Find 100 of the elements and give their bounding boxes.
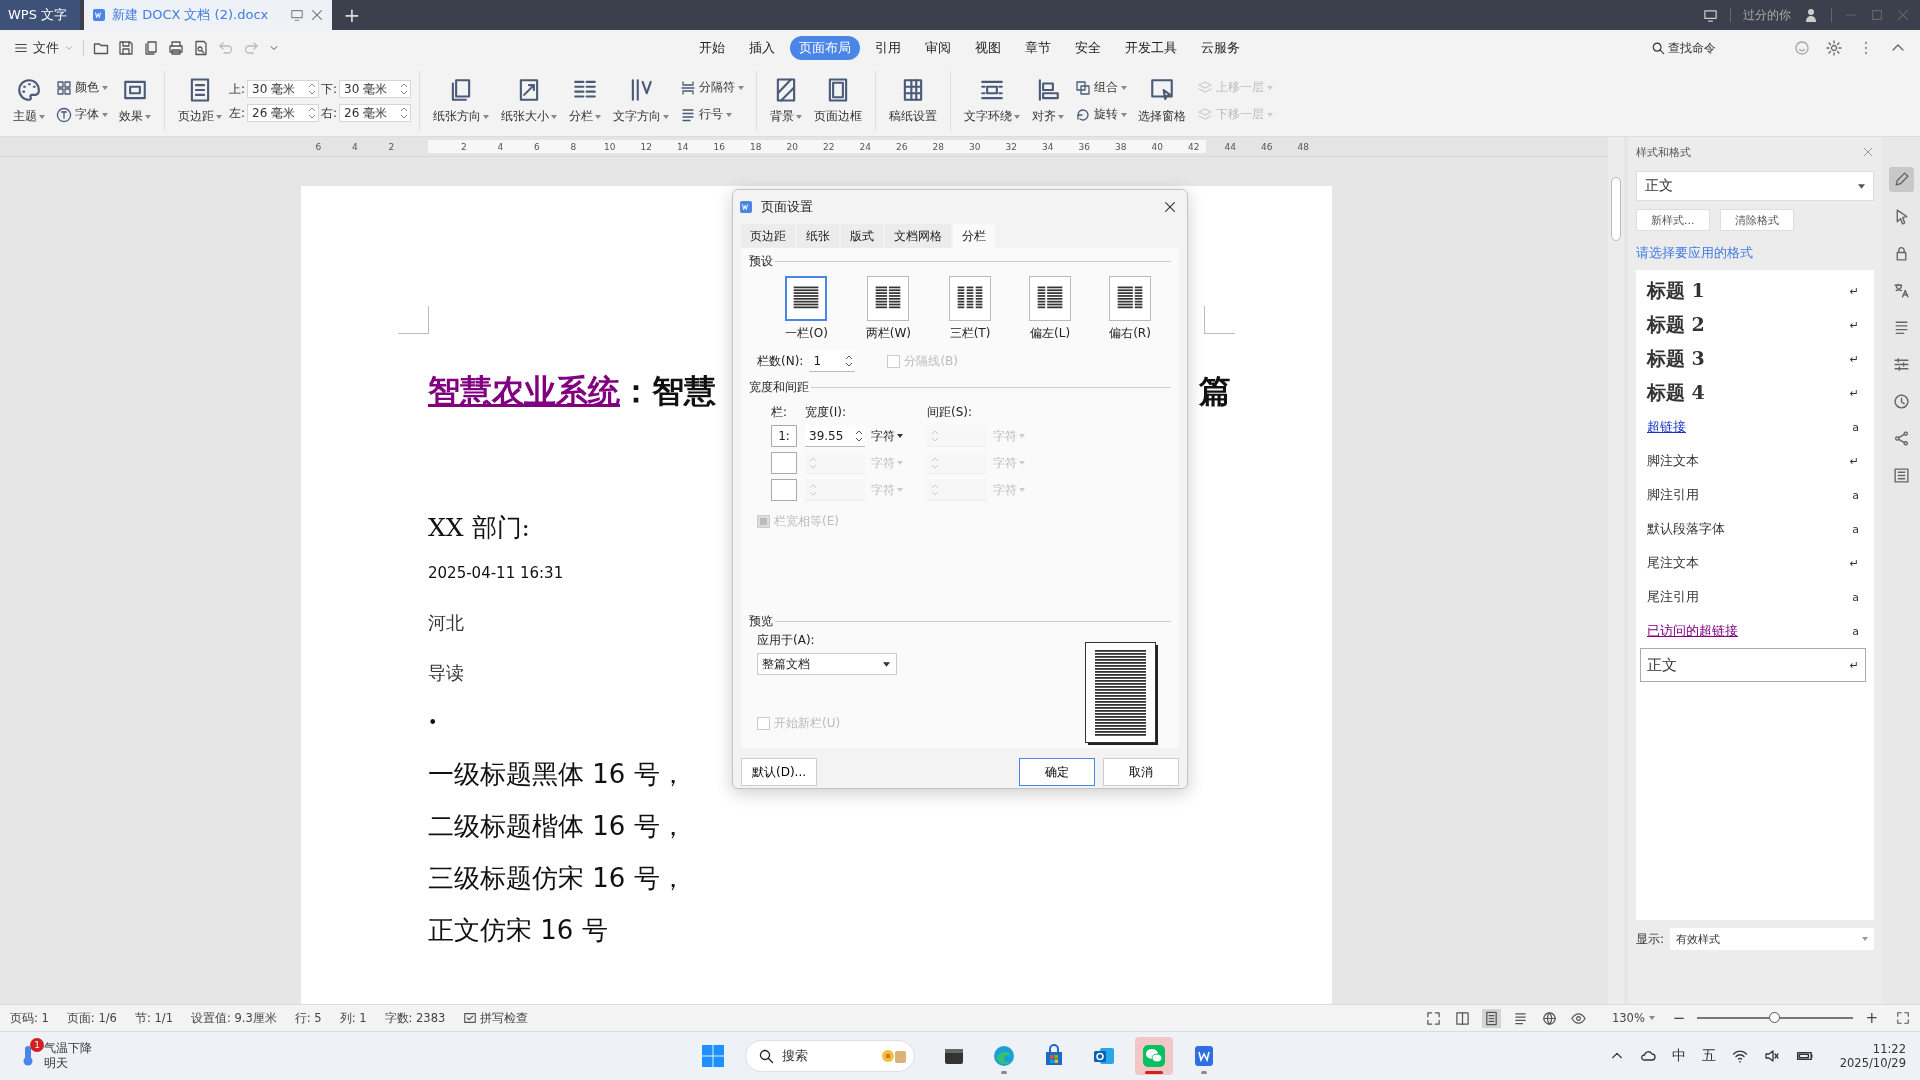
ribbon-button[interactable]: 旋转: [1071, 104, 1132, 125]
style-item[interactable]: 标题 4 ↵: [1640, 376, 1866, 410]
fullscreen-icon[interactable]: [1896, 1011, 1910, 1025]
clock[interactable]: 11:22 2025/10/29: [1839, 1042, 1906, 1070]
speaker-icon[interactable]: [1763, 1048, 1780, 1064]
show-dropdown[interactable]: 有效样式: [1670, 928, 1874, 950]
style-item[interactable]: 尾注引用 a: [1640, 580, 1866, 614]
ribbon-button[interactable]: 效果: [114, 73, 156, 129]
heading-link[interactable]: 智慧农业系统: [428, 370, 620, 414]
style-item[interactable]: 脚注文本 ↵: [1640, 444, 1866, 478]
dialog-tab[interactable]: 文档网格: [885, 224, 951, 248]
number-field[interactable]: 1: [809, 350, 856, 372]
ribbon-button[interactable]: 颜色: [52, 77, 112, 98]
style-item[interactable]: 标题 1 ↵: [1640, 274, 1866, 308]
close-icon[interactable]: [1163, 200, 1177, 214]
style-item[interactable]: 脚注引用 a: [1640, 478, 1866, 512]
style-dropdown[interactable]: 正文: [1636, 171, 1874, 201]
ribbon-button[interactable]: 纸张方向: [428, 73, 495, 129]
file-menu[interactable]: 文件: [14, 39, 74, 57]
menu-tab[interactable]: 插入: [740, 36, 784, 60]
new-tab-button[interactable]: +: [332, 0, 372, 30]
panel-hint: 请选择要应用的格式: [1636, 245, 1754, 262]
ribbon-button[interactable]: 对齐: [1027, 73, 1070, 129]
style-item[interactable]: 尾注文本 ↵: [1640, 546, 1866, 580]
margin-field[interactable]: 26 毫米: [247, 104, 320, 122]
ribbon-button[interactable]: 文字方向: [608, 73, 675, 129]
menu-tab[interactable]: 开始: [690, 36, 734, 60]
ribbon-button[interactable]: 主题: [8, 73, 50, 129]
style-item[interactable]: 标题 2 ↵: [1640, 308, 1866, 342]
four-squares-icon[interactable]: [701, 1044, 725, 1068]
width-field[interactable]: 39.55: [805, 425, 865, 447]
zoom-out-button[interactable]: −: [1672, 1009, 1686, 1027]
ribbon-button[interactable]: 行号: [676, 104, 749, 125]
tool-button[interactable]: [1888, 167, 1914, 192]
menu-tab[interactable]: 云服务: [1192, 36, 1249, 60]
menu-tab[interactable]: 安全: [1066, 36, 1110, 60]
folder-icon[interactable]: [93, 40, 109, 56]
gear-icon[interactable]: [1826, 40, 1842, 56]
window-mode-icon[interactable]: [1703, 7, 1718, 23]
scrollbar-thumb[interactable]: [1611, 177, 1621, 241]
column-number-field[interactable]: [771, 479, 797, 501]
taskbar-app[interactable]: [1135, 1037, 1173, 1075]
app-tab[interactable]: WPS 文字: [0, 0, 80, 30]
spell-check-button[interactable]: 拼写检查: [463, 1010, 529, 1026]
wifi-icon[interactable]: [1731, 1048, 1748, 1064]
ribbon-button[interactable]: 组合: [1071, 77, 1132, 98]
dialog-tab[interactable]: 版式: [841, 224, 883, 248]
input-method[interactable]: 中: [1671, 1047, 1686, 1065]
clear-format-button[interactable]: 清除格式: [1719, 209, 1794, 231]
slider-thumb[interactable]: [1769, 1012, 1781, 1023]
save-icon[interactable]: [118, 40, 134, 56]
menu-tab[interactable]: 章节: [1016, 36, 1060, 60]
pages-icon[interactable]: [143, 40, 159, 56]
view-button[interactable]: [1481, 1008, 1501, 1028]
column-number-field[interactable]: [771, 452, 797, 474]
dialog-tab[interactable]: 页边距: [741, 224, 795, 248]
column-number-field[interactable]: 1:: [771, 425, 797, 447]
avatar-icon[interactable]: [1803, 7, 1819, 23]
style-item[interactable]: 超链接 a: [1640, 410, 1866, 444]
new-style-button[interactable]: 新样式...: [1636, 209, 1710, 231]
dialog-tab[interactable]: 分栏: [953, 224, 995, 248]
user-name[interactable]: 过分的你: [1743, 6, 1791, 24]
ribbon-button[interactable]: 分栏: [564, 73, 607, 129]
menu-tab[interactable]: 页面布局: [790, 36, 860, 60]
document-tab[interactable]: 新建 DOCX 文档 (2).docx: [84, 0, 332, 30]
ribbon-button[interactable]: 选择窗格: [1133, 73, 1192, 129]
margin-field[interactable]: 26 毫米: [339, 104, 412, 122]
command-search[interactable]: 查找命令: [1651, 39, 1716, 57]
unit-dropdown[interactable]: 字符: [871, 427, 921, 445]
print-icon[interactable]: [168, 40, 184, 56]
menu-tab[interactable]: 视图: [966, 36, 1010, 60]
monitor-icon[interactable]: [290, 8, 304, 22]
dialog-button[interactable]: 默认(D)...: [741, 758, 818, 786]
dialog-tab[interactable]: 纸张: [797, 224, 839, 248]
style-item[interactable]: 标题 3 ↵: [1640, 342, 1866, 376]
menu-tab[interactable]: 引用: [866, 36, 910, 60]
dialog-button[interactable]: 确定: [1019, 758, 1095, 786]
zoom-dropdown[interactable]: 130%: [1611, 1011, 1655, 1025]
apply-to-dropdown[interactable]: 整篇文档: [757, 653, 897, 675]
margin-field[interactable]: 30 毫米: [247, 80, 320, 98]
ribbon-button[interactable]: 文字环绕: [959, 73, 1026, 129]
ribbon-button[interactable]: 纸张大小: [496, 73, 563, 129]
menu-tab[interactable]: 开发工具: [1116, 36, 1186, 60]
cloud-icon[interactable]: [1639, 1048, 1656, 1064]
ribbon-button[interactable]: 背景: [765, 73, 808, 129]
dialog-button[interactable]: 取消: [1103, 758, 1179, 786]
style-item[interactable]: 默认段落字体 a: [1640, 512, 1866, 546]
preview-icon[interactable]: [193, 40, 209, 56]
style-item[interactable]: 已访问的超链接 a: [1640, 614, 1866, 648]
ribbon-button[interactable]: 页面边框: [809, 73, 868, 129]
ribbon-button[interactable]: 页边距: [173, 73, 227, 129]
ribbon-button[interactable]: 稿纸设置: [884, 73, 943, 129]
style-item[interactable]: 正文 ↵: [1640, 648, 1866, 682]
ribbon-button[interactable]: 字体: [52, 104, 112, 125]
menu-tab[interactable]: 审阅: [916, 36, 960, 60]
ribbon-button[interactable]: 分隔符: [676, 77, 749, 98]
taskbar-search[interactable]: 搜索: [745, 1040, 915, 1072]
input-mode[interactable]: 五: [1701, 1047, 1716, 1065]
margin-field[interactable]: 30 毫米: [339, 80, 412, 98]
zoom-in-button[interactable]: +: [1865, 1009, 1878, 1027]
